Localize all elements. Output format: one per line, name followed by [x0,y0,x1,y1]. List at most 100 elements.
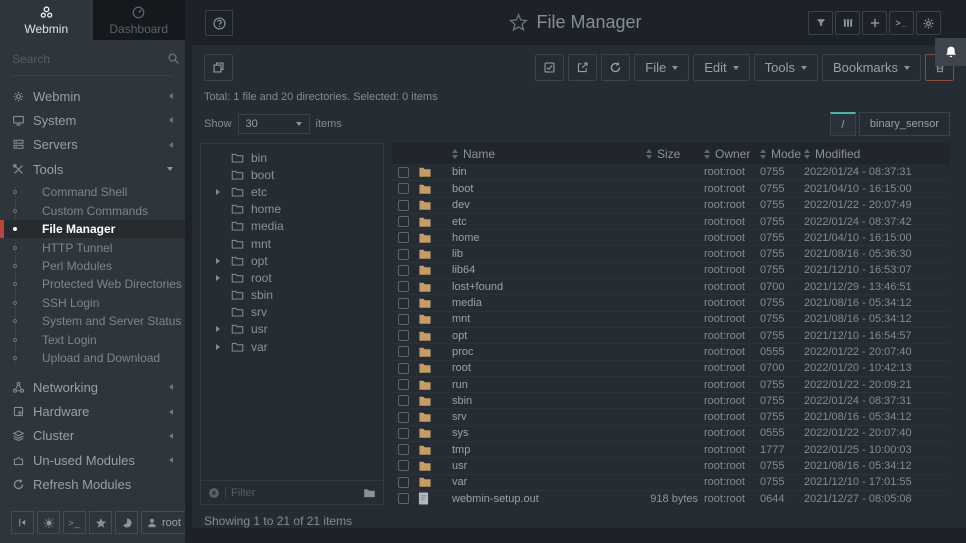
sidebar-item-cluster[interactable]: Cluster [0,424,185,448]
sidebar-item-servers[interactable]: Servers [0,133,185,157]
settings-button[interactable] [916,11,941,35]
sidebar-subitem-perl-modules[interactable]: Perl Modules [0,257,185,275]
table-row[interactable]: tmp root:root 1777 2022/01/25 - 10:00:03 [392,441,950,457]
row-checkbox[interactable] [398,428,409,439]
filter-button[interactable] [808,11,833,35]
table-row[interactable]: bin root:root 0755 2022/01/24 - 08:37:31 [392,164,950,180]
file-name[interactable]: run [452,379,646,391]
tree-item-mnt[interactable]: mnt [201,235,383,252]
tree-item-bin[interactable]: bin [201,149,383,166]
table-row[interactable]: proc root:root 0555 2022/01/22 - 20:07:4… [392,343,950,359]
table-row[interactable]: lib64 root:root 0755 2021/12/10 - 16:53:… [392,262,950,278]
file-name[interactable]: home [452,232,646,244]
row-checkbox[interactable] [398,412,409,423]
file-name[interactable]: mnt [452,313,646,325]
refresh-button[interactable] [601,54,630,81]
file-name[interactable]: sbin [452,395,646,407]
columns-button[interactable] [835,11,860,35]
paste-buffer-button[interactable] [204,54,233,81]
tools-menu-button[interactable]: Tools [754,54,818,81]
root-path-button[interactable]: / [830,112,856,136]
sidebar-item-networking[interactable]: Networking [0,375,185,399]
sidebar-item-unused-modules[interactable]: Un-used Modules [0,448,185,472]
column-header-size[interactable]: Size [646,147,704,161]
column-header-owner[interactable]: Owner [704,147,760,161]
sidebar-subitem-ssh-login[interactable]: SSH Login [0,294,185,312]
page-size-select[interactable]: 30 [238,114,310,134]
row-checkbox[interactable] [398,298,409,309]
table-row[interactable]: boot root:root 0755 2021/04/10 - 16:15:0… [392,180,950,196]
tree-item-var[interactable]: var [201,338,383,355]
row-checkbox[interactable] [398,183,409,194]
expand-arrow-icon[interactable] [216,344,220,350]
row-checkbox[interactable] [398,493,409,504]
favorites-button[interactable] [89,511,112,534]
table-row[interactable]: media root:root 0755 2021/08/16 - 05:34:… [392,294,950,310]
column-header-modified[interactable]: Modified [804,147,950,161]
file-name[interactable]: sys [452,427,646,439]
table-row[interactable]: sbin root:root 0755 2022/01/24 - 08:37:3… [392,392,950,408]
path-query-box[interactable]: binary_sensor [859,112,950,136]
row-checkbox[interactable] [398,167,409,178]
tree-item-sbin[interactable]: sbin [201,287,383,304]
table-row[interactable]: usr root:root 0755 2021/08/16 - 05:34:12 [392,457,950,473]
sidebar-subitem-custom-commands[interactable]: Custom Commands [0,202,185,220]
row-checkbox[interactable] [398,477,409,488]
file-name[interactable]: bin [452,166,646,178]
tab-dashboard[interactable]: Dashboard [93,0,186,40]
sidebar-subitem-system-and-server-status[interactable]: System and Server Status [0,312,185,330]
sidebar-subitem-http-tunnel[interactable]: HTTP Tunnel [0,238,185,256]
file-name[interactable]: root [452,362,646,374]
row-checkbox[interactable] [398,460,409,471]
stats-button[interactable] [115,511,138,534]
add-button[interactable] [862,11,887,35]
tree-filter-input[interactable] [231,487,358,499]
table-row[interactable]: lost+found root:root 0700 2021/12/29 - 1… [392,278,950,294]
row-checkbox[interactable] [398,216,409,227]
table-row[interactable]: lib root:root 0755 2021/08/16 - 05:36:30 [392,245,950,261]
expand-arrow-icon[interactable] [216,189,220,195]
file-name[interactable]: media [452,297,646,309]
tree-item-etc[interactable]: etc [201,183,383,200]
help-button[interactable] [205,10,233,36]
tree-item-home[interactable]: home [201,201,383,218]
row-checkbox[interactable] [398,265,409,276]
table-row[interactable]: dev root:root 0755 2022/01/22 - 20:07:49 [392,197,950,213]
file-name[interactable]: opt [452,330,646,342]
tree-item-root[interactable]: root [201,269,383,286]
row-checkbox[interactable] [398,249,409,260]
sidebar-subitem-command-shell[interactable]: Command Shell [0,183,185,201]
row-checkbox[interactable] [398,346,409,357]
sidebar-subitem-text-login[interactable]: Text Login [0,330,185,348]
file-name[interactable]: dev [452,199,646,211]
terminal-button[interactable]: >_ [889,11,914,35]
export-button[interactable] [568,54,597,81]
tree-item-opt[interactable]: opt [201,252,383,269]
tree-item-usr[interactable]: usr [201,321,383,338]
row-checkbox[interactable] [398,200,409,211]
file-name[interactable]: var [452,476,646,488]
column-header-name[interactable]: Name [452,147,646,161]
sidebar-item-webmin[interactable]: Webmin [0,84,185,108]
table-row[interactable]: run root:root 0755 2022/01/22 - 20:09:21 [392,376,950,392]
row-checkbox[interactable] [398,330,409,341]
sidebar-item-tools[interactable]: Tools [0,157,185,181]
row-checkbox[interactable] [398,314,409,325]
table-row[interactable]: webmin-setup.out 918 bytes root:root 064… [392,490,950,506]
file-name[interactable]: srv [452,411,646,423]
table-row[interactable]: etc root:root 0755 2022/01/24 - 08:37:42 [392,213,950,229]
table-row[interactable]: mnt root:root 0755 2021/08/16 - 05:34:12 [392,311,950,327]
tree-item-boot[interactable]: boot [201,166,383,183]
clear-filter-icon[interactable] [208,487,220,499]
column-header-mode[interactable]: Mode [760,147,804,161]
row-checkbox[interactable] [398,232,409,243]
sidebar-item-system[interactable]: System [0,108,185,132]
table-row[interactable]: opt root:root 0755 2021/12/10 - 16:54:57 [392,327,950,343]
file-name[interactable]: webmin-setup.out [452,493,646,505]
sidebar-subitem-file-manager[interactable]: File Manager [0,220,185,238]
file-name[interactable]: lost+found [452,281,646,293]
user-button[interactable]: root [141,511,186,534]
row-checkbox[interactable] [398,281,409,292]
theme-toggle-button[interactable] [37,511,60,534]
collapse-sidebar-button[interactable] [11,511,34,534]
